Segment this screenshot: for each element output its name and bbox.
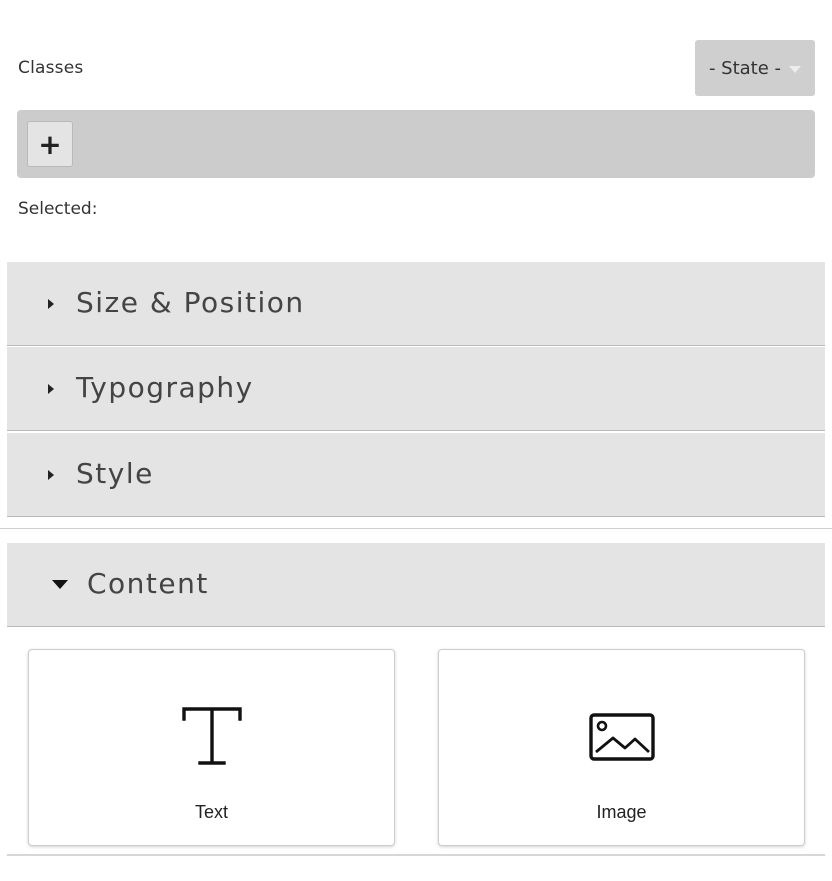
sector-typography[interactable]: Typography xyxy=(7,347,825,431)
sector-content[interactable]: Content xyxy=(7,543,825,627)
sector-size-position[interactable]: Size & Position xyxy=(7,262,825,346)
sector-title: Typography xyxy=(76,371,254,404)
chevron-down-icon xyxy=(789,65,802,73)
selected-label: Selected: xyxy=(18,199,98,219)
state-select[interactable]: - State - xyxy=(695,40,815,96)
divider xyxy=(0,528,832,529)
classes-row: Classes - State - xyxy=(0,40,832,96)
caret-down-icon xyxy=(52,580,68,589)
sector-title: Style xyxy=(76,457,154,490)
block-label: Text xyxy=(194,802,228,822)
block-text[interactable]: Text xyxy=(28,649,395,846)
sector-style[interactable]: Style xyxy=(7,433,825,517)
block-label: Image xyxy=(596,802,647,822)
block-image[interactable]: Image xyxy=(438,649,805,846)
sector-title: Content xyxy=(87,567,209,600)
class-tags-bar: + xyxy=(17,110,815,178)
text-t-icon xyxy=(181,707,242,765)
caret-right-icon xyxy=(48,299,54,309)
classes-label: Classes xyxy=(18,58,84,78)
sector-title: Size & Position xyxy=(76,286,305,319)
blocks-container: Text Image xyxy=(7,628,825,856)
state-select-value: - State - xyxy=(708,57,782,79)
caret-right-icon xyxy=(48,470,54,480)
caret-right-icon xyxy=(48,384,54,394)
image-icon xyxy=(588,713,655,761)
add-class-button[interactable]: + xyxy=(27,121,73,167)
